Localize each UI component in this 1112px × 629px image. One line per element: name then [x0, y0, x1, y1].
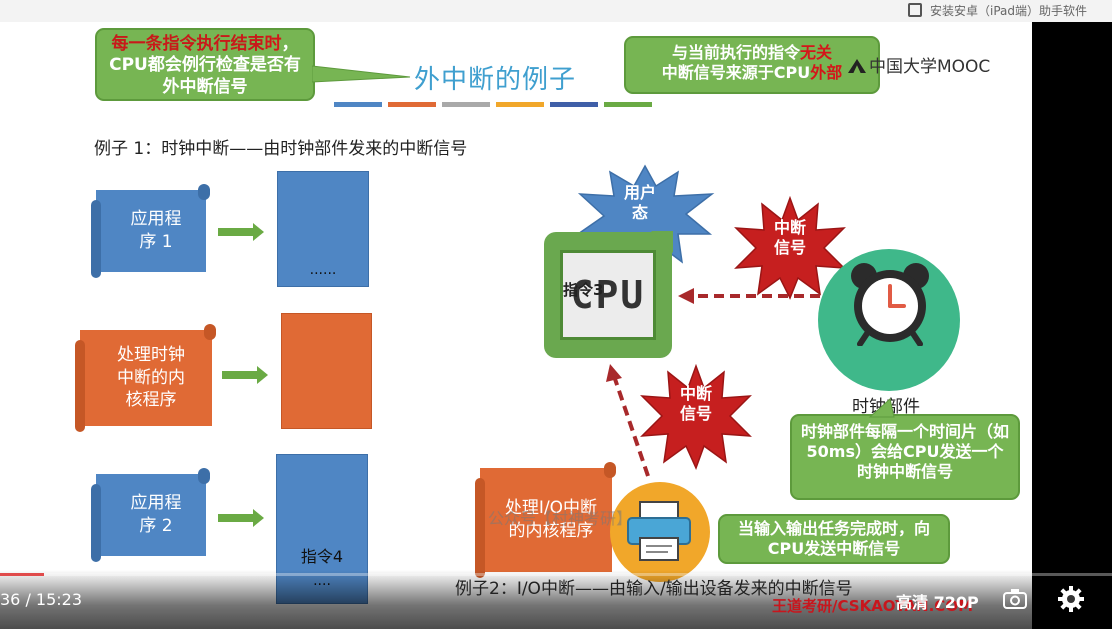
block-app-1-text: ......: [309, 262, 337, 278]
callout-clock-text: 时钟部件每隔一个时间片（如 50ms）会给CPU发送一个时钟中断信号: [800, 422, 1009, 481]
app-program-2-label: 应用程序 2: [130, 493, 182, 536]
settings-gear-icon[interactable]: [1058, 586, 1084, 612]
cpu-instruction-label: 指令3: [563, 281, 604, 299]
top-bar-text[interactable]: 安装安卓（iPad端）助手软件: [930, 2, 1087, 19]
screenshot-icon[interactable]: [1003, 588, 1027, 610]
interrupt-label-io: 中断信号: [679, 384, 712, 423]
mooc-logo-icon: [848, 59, 866, 73]
watermark-text: 公众号【村神考研】: [488, 509, 633, 528]
callout-clock-desc: 时钟部件每隔一个时间片（如 50ms）会给CPU发送一个时钟中断信号: [790, 414, 1020, 500]
callout-io-text: 当输入输出任务完成时，向CPU发送中断信号: [737, 519, 930, 558]
mooc-logo-text: 中国大学MOOC: [869, 57, 991, 77]
color-bar: [334, 102, 382, 107]
arrow-right: [222, 366, 268, 384]
time-display: 36 / 15:23: [0, 590, 83, 609]
callout-left-tail: [312, 65, 411, 83]
dashed-arrow-clock-cpu: [678, 288, 820, 304]
callout-right-l2: 中断信号来源于CPU: [661, 63, 811, 82]
video-frame[interactable]: 每一条指令执行结束时，CPU都会例行检查是否有外中断信号 外中断的例子 与当前执…: [0, 22, 1032, 629]
scroll-curl: [91, 484, 101, 562]
block-kernel: [281, 313, 372, 429]
color-bar: [550, 102, 598, 107]
callout-left-red: 时: [264, 34, 282, 54]
app-program-1-scroll: 应用程序 1: [91, 184, 210, 278]
color-bar: [604, 102, 652, 107]
top-bar: 安装安卓（iPad端）助手软件: [0, 0, 1112, 22]
page-title: 外中断的例子: [414, 65, 577, 95]
scroll-curl: [91, 200, 101, 278]
alarm-clock-icon: [851, 263, 929, 346]
arrow-right: [218, 223, 264, 241]
scroll-curl: [198, 184, 210, 200]
app-program-1-label: 应用程序 1: [130, 209, 182, 252]
interrupt-label-clock: 中断信号: [773, 218, 806, 257]
example1-heading: 例子 1：时钟中断——由时钟部件发来的中断信号: [94, 139, 468, 159]
callout-right-l1: 与当前执行的指令: [671, 43, 800, 62]
callout-io-desc: 当输入输出任务完成时，向CPU发送中断信号: [718, 514, 950, 564]
color-bar: [442, 102, 490, 107]
arrow-right: [218, 509, 264, 527]
callout-source-external: 与当前执行的指令无关 中断信号来源于CPU外部: [624, 36, 880, 94]
kernel-clock-label: 处理时钟中断的内核程序: [117, 344, 185, 411]
callout-clock-tail: [868, 398, 895, 418]
callout-right-l2-red: 外部: [810, 63, 843, 82]
app-icon: [908, 3, 922, 17]
color-bar: [496, 102, 544, 107]
scroll-curl: [198, 468, 210, 484]
quality-button[interactable]: 高清 720P: [896, 589, 979, 613]
block-app-2-instr: 指令4: [300, 547, 344, 566]
kernel-clock-scroll: 处理时钟中断的内核程序: [75, 324, 216, 432]
scroll-curl: [475, 478, 485, 578]
scroll-curl: [75, 340, 85, 432]
color-bar: [388, 102, 436, 107]
callout-check-interrupt: 每一条指令执行结束时，CPU都会例行检查是否有外中断信号: [95, 28, 315, 101]
scroll-curl: [604, 462, 616, 478]
player-side-panel: [1032, 22, 1112, 629]
user-mode-label: 用户态: [623, 183, 656, 222]
block-app-1: ......: [277, 171, 369, 287]
mooc-logo: 中国大学MOOC: [848, 52, 990, 77]
title-color-bars: [334, 102, 654, 108]
app-program-2-scroll: 应用程序 2: [91, 468, 210, 562]
printer-icon: [627, 501, 691, 561]
progress-bar[interactable]: [0, 573, 1112, 576]
scroll-curl: [204, 324, 216, 340]
callout-left-prefix: 每一条指令执行结束: [111, 34, 265, 54]
callout-right-l1-red: 无关: [800, 43, 833, 62]
progress-fill: [0, 573, 45, 576]
